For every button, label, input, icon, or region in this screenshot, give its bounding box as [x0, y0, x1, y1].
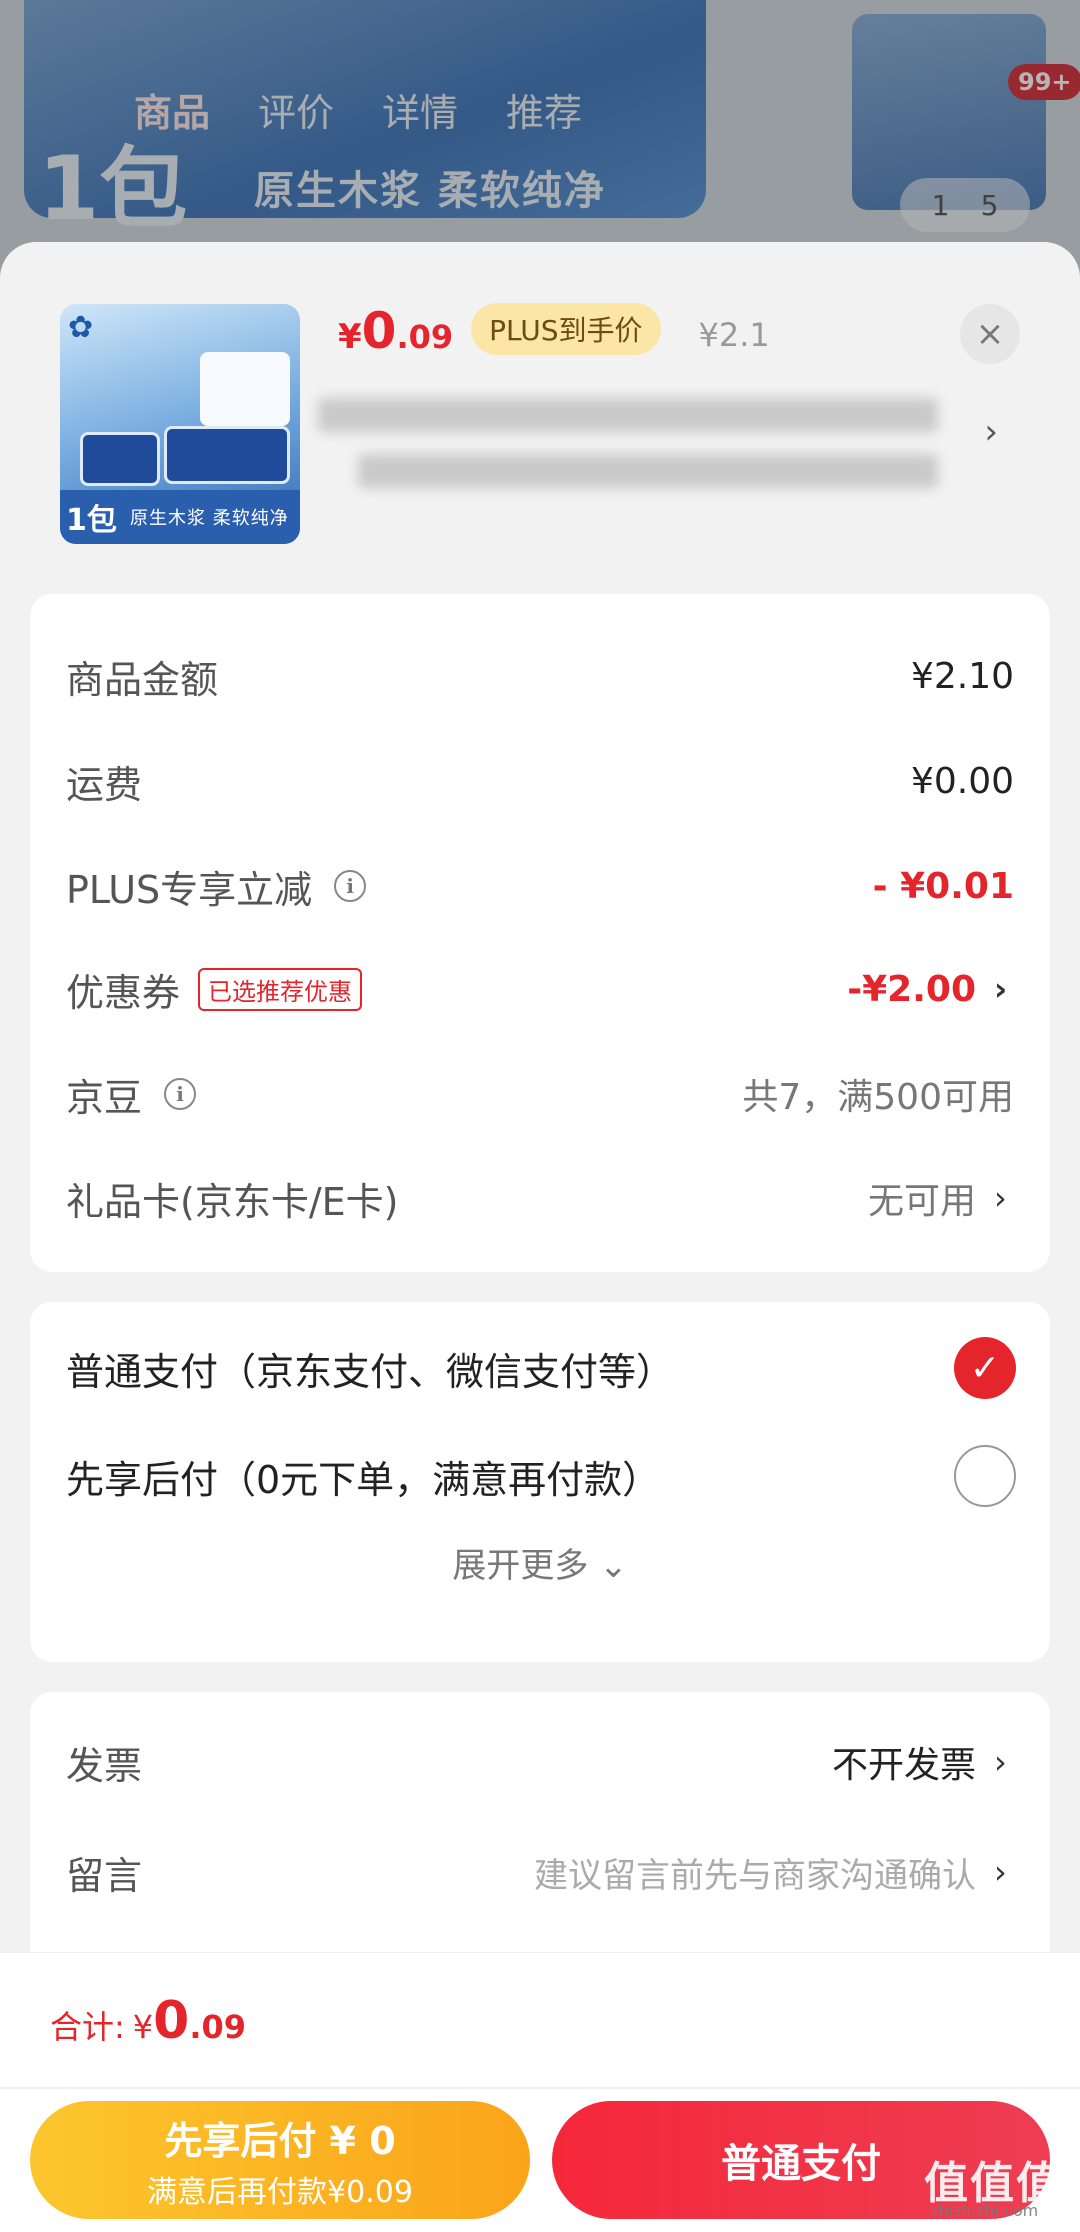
original-price: ¥2.1	[698, 316, 770, 354]
plus-discount-value: - ¥0.01	[872, 865, 1014, 907]
chevron-right-icon: ›	[994, 1853, 1007, 1891]
watermark-url: zhizhizhi.com	[930, 2201, 1039, 2220]
expand-more-label: 展开更多	[452, 1546, 589, 1586]
image-slogan-text: 原生木浆 柔软纯净	[130, 508, 289, 529]
shipping-label: 运费	[66, 762, 143, 807]
pay-normal-label: 普通支付	[721, 2141, 881, 2187]
order-total: 合计: ¥0.09	[50, 1991, 247, 2051]
chevron-right-icon: ›	[994, 1179, 1007, 1217]
coupon-value: -¥2.00	[847, 968, 976, 1010]
jingdou-label: 京豆	[66, 1075, 143, 1120]
goods-amount-row: 商品金额 ¥2.10	[66, 646, 1014, 706]
message-label: 留言	[66, 1853, 143, 1898]
jingdou-row: 京豆 i 共7，满500可用	[66, 1064, 1014, 1124]
close-icon: ×	[975, 314, 1005, 354]
pay-later-button[interactable]: 先享后付 ¥ 0 满意后再付款¥0.09	[30, 2101, 530, 2219]
product-title-blurred[interactable]: ›	[318, 392, 998, 504]
info-icon[interactable]: i	[334, 870, 367, 902]
expand-more-button[interactable]: 展开更多 ⌄	[30, 1538, 1050, 1587]
chevron-right-icon: ›	[994, 1743, 1007, 1781]
invoice-value: 不开发票	[831, 1745, 976, 1786]
sheet-header: ✿ 1包 原生木浆 柔软纯净 ¥0.09 PLUS到手价 ¥2.1 × ›	[0, 242, 1080, 594]
payment-method-card: 普通支付（京东支付、微信支付等） ✓ 先享后付（0元下单，满意再付款） 展开更多…	[30, 1302, 1050, 1662]
recommended-badge: 已选推荐优惠	[198, 967, 363, 1011]
invoice-row[interactable]: 发票 不开发票 ›	[66, 1732, 1014, 1792]
payment-normal-label: 普通支付（京东支付、微信支付等）	[66, 1349, 675, 1394]
pay-later-title: 先享后付 ¥ 0	[164, 2118, 396, 2163]
info-icon[interactable]: i	[164, 1078, 197, 1110]
payment-option-later[interactable]: 先享后付（0元下单，满意再付款）	[66, 1445, 1016, 1507]
current-price: ¥0.09	[338, 302, 454, 360]
invoice-message-card: 发票 不开发票 › 留言 建议留言前先与商家沟通确认 ›	[30, 1692, 1050, 1992]
goods-amount-value: ¥2.10	[910, 655, 1014, 697]
plus-discount-label: PLUS专享立减	[66, 867, 313, 912]
chevron-down-icon: ⌄	[599, 1546, 628, 1586]
coupon-label: 优惠券	[66, 970, 181, 1015]
invoice-label: 发票	[66, 1743, 143, 1788]
shipping-row: 运费 ¥0.00	[66, 751, 1014, 811]
payment-option-normal[interactable]: 普通支付（京东支付、微信支付等） ✓	[66, 1337, 1016, 1399]
image-pack-text: 1包	[66, 503, 117, 538]
coupon-row[interactable]: 优惠券 已选推荐优惠 -¥2.00 ›	[66, 959, 1014, 1019]
price-row: ¥0.09 PLUS到手价 ¥2.1	[338, 302, 770, 363]
payment-later-label: 先享后付（0元下单，满意再付款）	[66, 1457, 661, 1502]
chevron-right-icon: ›	[984, 412, 998, 452]
radio-unchecked-icon[interactable]	[954, 1445, 1016, 1507]
checkout-footer: 合计: ¥0.09 先享后付 ¥ 0 满意后再付款¥0.09 普通支付 值值值 …	[0, 1952, 1080, 2232]
total-label: 合计:	[50, 2008, 125, 2046]
product-image: ✿ 1包 原生木浆 柔软纯净	[60, 304, 300, 544]
close-button[interactable]: ×	[960, 304, 1020, 364]
shipping-value: ¥0.00	[910, 760, 1014, 802]
footer-divider	[0, 2087, 1080, 2089]
gift-card-label: 礼品卡(京东卡/E卡)	[66, 1179, 399, 1224]
plus-discount-row: PLUS专享立减 i - ¥0.01	[66, 856, 1014, 916]
plus-price-tag: PLUS到手价	[471, 303, 661, 355]
jingdou-value: 共7，满500可用	[742, 1077, 1014, 1118]
goods-amount-label: 商品金额	[66, 657, 219, 702]
gift-card-row[interactable]: 礼品卡(京东卡/E卡) 无可用 ›	[66, 1168, 1014, 1228]
fee-details-card: 商品金额 ¥2.10 运费 ¥0.00 PLUS专享立减 i - ¥0.01 优…	[30, 594, 1050, 1272]
gift-card-value: 无可用	[867, 1181, 976, 1222]
brand-logo-icon: ✿	[68, 310, 94, 345]
message-placeholder: 建议留言前先与商家沟通确认	[534, 1855, 976, 1896]
checkout-sheet: ✿ 1包 原生木浆 柔软纯净 ¥0.09 PLUS到手价 ¥2.1 × › 商品…	[0, 242, 1080, 2232]
message-row[interactable]: 留言 建议留言前先与商家沟通确认 ›	[66, 1842, 1014, 1902]
pay-later-subtitle: 满意后再付款¥0.09	[147, 2174, 413, 2210]
chevron-right-icon: ›	[994, 970, 1008, 1008]
checkmark-icon[interactable]: ✓	[954, 1337, 1016, 1399]
